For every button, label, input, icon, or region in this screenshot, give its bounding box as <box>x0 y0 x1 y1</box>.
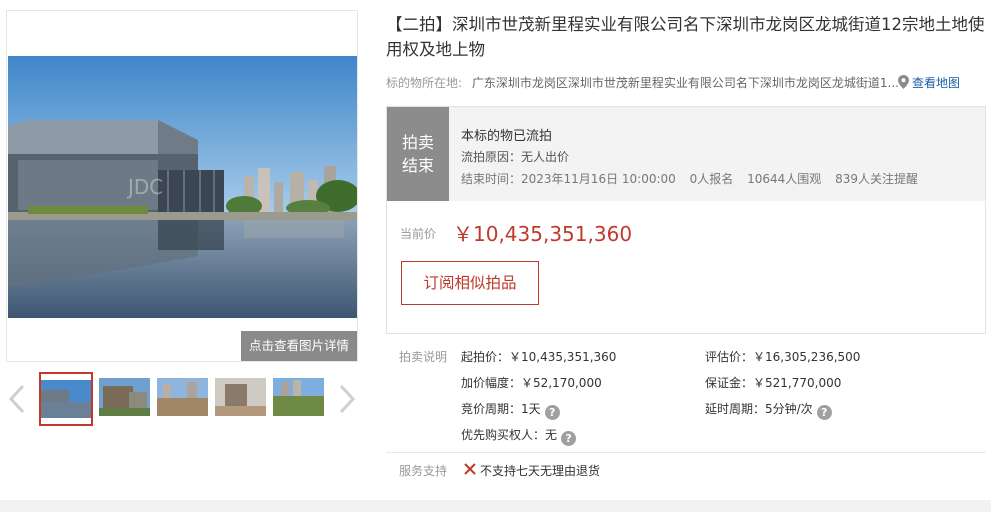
watermark-text: JDC <box>126 175 163 199</box>
auction-ended-badge: 拍卖 结束 <box>387 107 449 201</box>
help-icon[interactable]: ? <box>561 431 577 446</box>
status-header: 拍卖 结束 本标的物已流拍 流拍原因：无人出价 结束时间：2023年11月16日… <box>387 107 985 201</box>
deposit: 保证金：￥521,770,000 <box>705 376 842 390</box>
thumbnail-item[interactable] <box>99 378 150 416</box>
priority-buyer-row: 优先购买权人：无? <box>461 426 577 446</box>
status-reason: 流拍原因：无人出价 <box>461 150 570 164</box>
view-map-label: 查看地图 <box>912 76 961 90</box>
auction-status-panel: 拍卖 结束 本标的物已流拍 流拍原因：无人出价 结束时间：2023年11月16日… <box>386 106 986 334</box>
bid-increment: 加价幅度：￥52,170,000 <box>461 376 602 390</box>
viewer-count: 10644人围观 <box>747 172 822 186</box>
help-icon[interactable]: ? <box>544 405 560 420</box>
map-pin-icon <box>898 75 909 92</box>
prev-arrow-icon[interactable] <box>8 384 26 414</box>
main-photo-frame: JDC 点击查看图片详情 <box>6 10 358 362</box>
starting-price: 起拍价：￥10,435,351,360 <box>461 350 617 364</box>
end-time: 结束时间：2023年11月16日 10:00:00 <box>461 172 676 186</box>
thumbnail-item[interactable] <box>39 372 93 426</box>
main-photo[interactable]: JDC <box>8 56 357 318</box>
appraisal-price: 评估价：￥16,305,236,500 <box>705 350 861 364</box>
next-arrow-icon[interactable] <box>338 384 356 414</box>
location-row: 标的物所在地: 广东深圳市龙岗区深圳市世茂新里程实业有限公司名下深圳市龙岗区龙城… <box>386 74 986 94</box>
current-price-value: ￥10,435,351,360 <box>453 222 633 246</box>
extension-period: 延时周期：5分钟/次 <box>705 402 813 416</box>
footer-band <box>0 500 991 512</box>
location-label: 标的物所在地: <box>386 76 463 90</box>
auction-details: 拍卖说明 起拍价：￥10,435,351,360 评估价：￥16,305,236… <box>386 340 986 452</box>
bidding-period-row: 竞价周期：1天? <box>461 400 560 420</box>
location-value: 广东深圳市龙岗区深圳市世茂新里程实业有限公司名下深圳市龙岗区龙城街道1... <box>471 76 899 90</box>
badge-line-1: 拍卖 <box>401 133 434 152</box>
divider <box>386 452 986 453</box>
service-support-row: 服务支持 不支持七天无理由退货 <box>386 462 986 480</box>
status-title: 本标的物已流拍 <box>461 129 553 144</box>
service-text: 不支持七天无理由退货 <box>480 464 601 478</box>
view-photo-details-button[interactable]: 点击查看图片详情 <box>241 331 357 361</box>
signup-count: 0人报名 <box>689 172 734 186</box>
extension-period-row: 延时周期：5分钟/次? <box>705 400 832 420</box>
help-icon[interactable]: ? <box>816 405 832 420</box>
follower-count: 839人关注提醒 <box>835 172 919 186</box>
details-label: 拍卖说明 <box>399 350 448 364</box>
auction-page: JDC 点击查看图片详情 【二拍】深圳市世茂新里程实业有限公司名下深圳市龙岗区龙… <box>0 0 991 512</box>
subscribe-similar-button[interactable]: 订阅相似拍品 <box>401 261 539 305</box>
page-title: 【二拍】深圳市世茂新里程实业有限公司名下深圳市龙岗区龙城街道12宗地土地使用权及… <box>386 15 985 59</box>
priority-buyer: 优先购买权人：无 <box>461 428 558 442</box>
status-meta: 结束时间：2023年11月16日 10:00:00 0人报名 10644人围观 … <box>461 170 928 187</box>
cross-icon <box>464 463 476 478</box>
current-price-label: 当前价 <box>400 227 437 241</box>
thumbnail-item[interactable] <box>215 378 266 416</box>
bidding-period: 竞价周期：1天 <box>461 402 541 416</box>
view-map-link[interactable]: 查看地图 <box>898 74 960 92</box>
thumbnail-item[interactable] <box>157 378 208 416</box>
badge-line-2: 结束 <box>401 156 434 175</box>
thumbnail-strip <box>6 372 358 428</box>
service-label: 服务支持 <box>399 464 448 478</box>
thumbnail-item[interactable] <box>273 378 324 416</box>
